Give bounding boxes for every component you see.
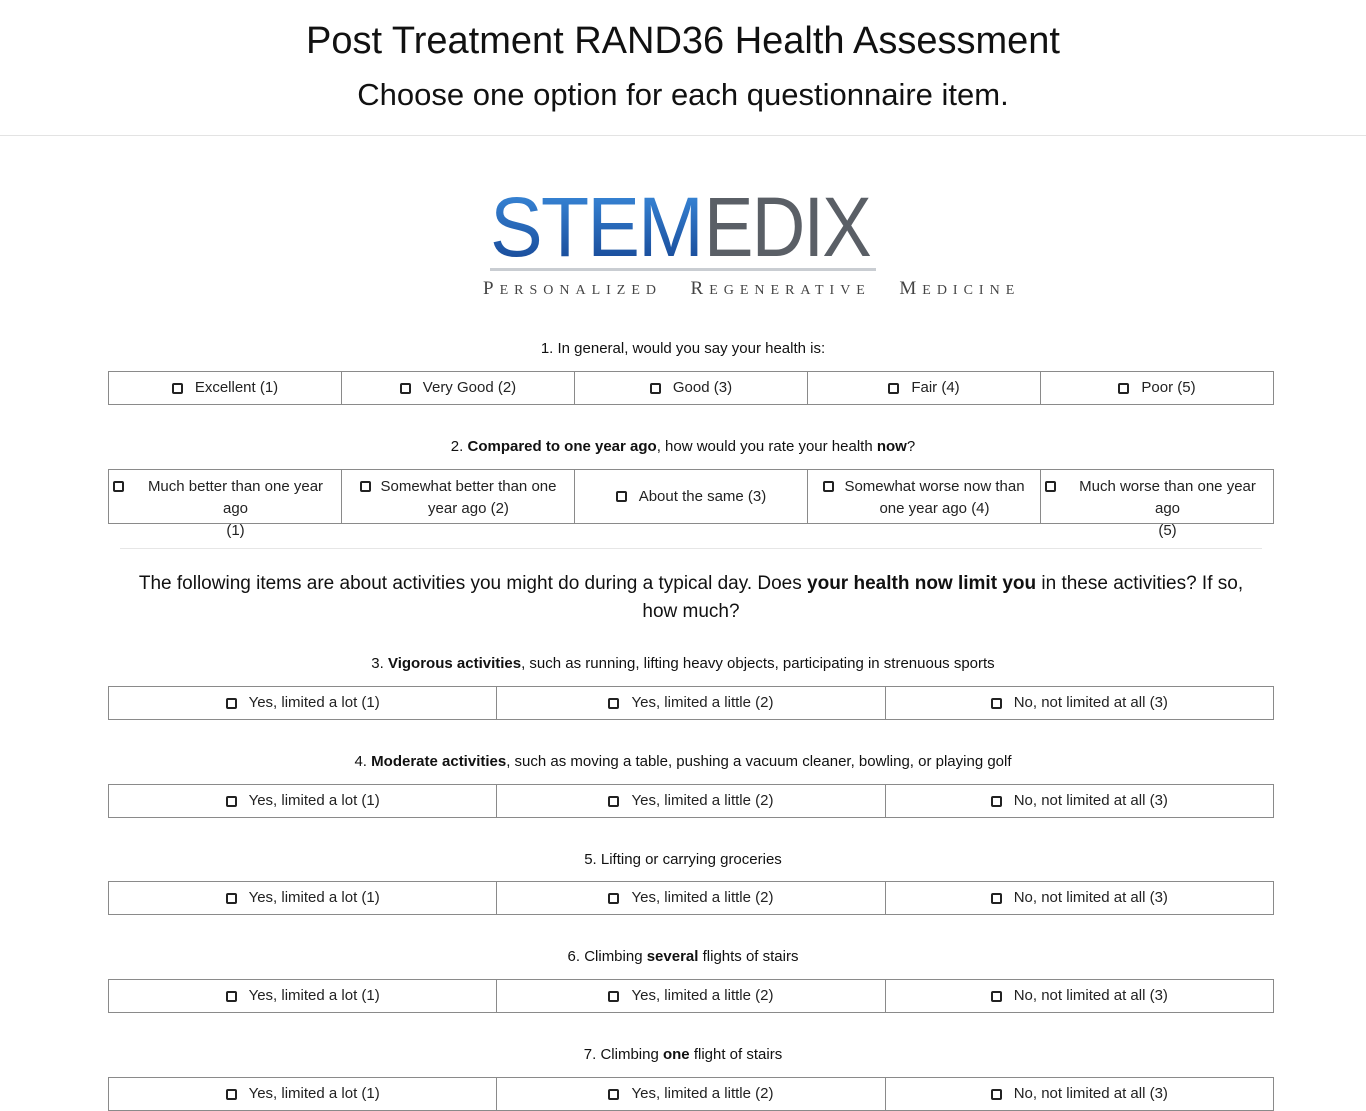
question-5-text: 5. Lifting or carrying groceries: [584, 851, 782, 868]
q2-option-somewhat-worse[interactable]: Somewhat worse now than one year ago (4): [807, 470, 1040, 523]
checkbox-icon[interactable]: [225, 795, 237, 807]
question-3-options: Yes, limited a lot (1) Yes, limited a li…: [108, 686, 1274, 720]
svg-text:EDIX: EDIX: [704, 190, 871, 272]
activities-intro: The following items are about activities…: [138, 573, 1244, 622]
page-subtitle: Choose one option for each questionnaire…: [357, 77, 1009, 112]
q3-option-limited-little[interactable]: Yes, limited a little (2): [496, 687, 884, 719]
q6-option-not-limited[interactable]: No, not limited at all (3): [884, 980, 1273, 1012]
q3-option-not-limited[interactable]: No, not limited at all (3): [884, 687, 1273, 719]
q5-option-limited-lot[interactable]: Yes, limited a lot (1): [109, 882, 496, 914]
page-header: Post Treatment RAND36 Health Assessment …: [0, 0, 1366, 136]
q3-option-limited-lot[interactable]: Yes, limited a lot (1): [109, 687, 496, 719]
question-1-options: Excellent (1) Very Good (2) Good (3) Fai…: [108, 371, 1274, 405]
checkbox-icon[interactable]: [171, 382, 183, 394]
q1-option-good[interactable]: Good (3): [574, 372, 807, 404]
checkbox-icon[interactable]: [990, 697, 1002, 709]
checkbox-icon[interactable]: [608, 795, 620, 807]
q2-option-much-better[interactable]: Much better than one year ago (1): [109, 470, 341, 539]
checkbox-icon[interactable]: [990, 1088, 1002, 1100]
q5-option-not-limited[interactable]: No, not limited at all (3): [884, 882, 1273, 914]
checkbox-icon[interactable]: [608, 1088, 620, 1100]
checkbox-icon[interactable]: [113, 481, 124, 492]
question-5-options: Yes, limited a lot (1) Yes, limited a li…: [108, 881, 1274, 915]
checkbox-icon[interactable]: [990, 795, 1002, 807]
q2-option-same[interactable]: About the same (3): [574, 470, 807, 523]
q4-option-not-limited[interactable]: No, not limited at all (3): [884, 785, 1273, 817]
question-4-text: 4. Moderate activities, such as moving a…: [354, 753, 1012, 770]
checkbox-icon[interactable]: [225, 1088, 237, 1100]
checkbox-icon[interactable]: [225, 892, 237, 904]
checkbox-icon[interactable]: [225, 697, 237, 709]
question-7-options: Yes, limited a lot (1) Yes, limited a li…: [108, 1077, 1274, 1111]
q5-option-limited-little[interactable]: Yes, limited a little (2): [496, 882, 884, 914]
checkbox-icon[interactable]: [1045, 481, 1056, 492]
checkbox-icon[interactable]: [888, 382, 900, 394]
checkbox-icon[interactable]: [823, 481, 835, 492]
q7-option-not-limited[interactable]: No, not limited at all (3): [884, 1078, 1273, 1110]
checkbox-icon[interactable]: [990, 892, 1002, 904]
q7-option-limited-lot[interactable]: Yes, limited a lot (1): [109, 1078, 496, 1110]
checkbox-icon[interactable]: [990, 990, 1002, 1002]
q1-option-very-good[interactable]: Very Good (2): [341, 372, 574, 404]
q6-option-limited-little[interactable]: Yes, limited a little (2): [496, 980, 884, 1012]
checkbox-icon[interactable]: [649, 382, 661, 394]
q2-option-much-worse[interactable]: Much worse than one year ago (5): [1040, 470, 1273, 539]
question-6-text: 6. Climbing several flights of stairs: [567, 948, 799, 965]
question-6-options: Yes, limited a lot (1) Yes, limited a li…: [108, 979, 1274, 1013]
svg-text:STEM: STEM: [490, 190, 702, 272]
checkbox-icon[interactable]: [1118, 382, 1130, 394]
checkbox-icon[interactable]: [399, 382, 411, 394]
checkbox-icon[interactable]: [608, 990, 620, 1002]
checkbox-icon[interactable]: [359, 481, 371, 492]
checkbox-icon[interactable]: [225, 990, 237, 1002]
q1-option-excellent[interactable]: Excellent (1): [109, 372, 341, 404]
q2-option-somewhat-better[interactable]: Somewhat better than one year ago (2): [341, 470, 574, 523]
question-3-text: 3. Vigorous activities, such as running,…: [371, 655, 995, 672]
question-4-options: Yes, limited a lot (1) Yes, limited a li…: [108, 784, 1274, 818]
q6-option-limited-lot[interactable]: Yes, limited a lot (1): [109, 980, 496, 1012]
question-1-text: 1. In general, would you say your health…: [540, 340, 826, 357]
stemedix-logo: STEM EDIX PERSONALIZED REGENERATIVE MEDI…: [483, 190, 1021, 300]
q7-option-limited-little[interactable]: Yes, limited a little (2): [496, 1078, 884, 1110]
q1-option-fair[interactable]: Fair (4): [807, 372, 1040, 404]
logo-tagline: PERSONALIZED REGENERATIVE MEDICINE: [483, 278, 1021, 299]
question-7-text: 7. Climbing one flight of stairs: [583, 1046, 783, 1063]
question-2-options: Much better than one year ago (1) Somewha…: [108, 469, 1274, 539]
section-divider: [120, 548, 1262, 549]
page-title: Post Treatment RAND36 Health Assessment: [306, 20, 1060, 62]
q4-option-limited-lot[interactable]: Yes, limited a lot (1): [109, 785, 496, 817]
checkbox-icon[interactable]: [608, 892, 620, 904]
q4-option-limited-little[interactable]: Yes, limited a little (2): [496, 785, 884, 817]
question-2-text: 2. Compared to one year ago, how would y…: [450, 438, 916, 455]
checkbox-icon[interactable]: [615, 491, 627, 502]
q1-option-poor[interactable]: Poor (5): [1040, 372, 1273, 404]
checkbox-icon[interactable]: [608, 697, 620, 709]
logo-wordmark-icon: STEM EDIX: [490, 190, 876, 272]
